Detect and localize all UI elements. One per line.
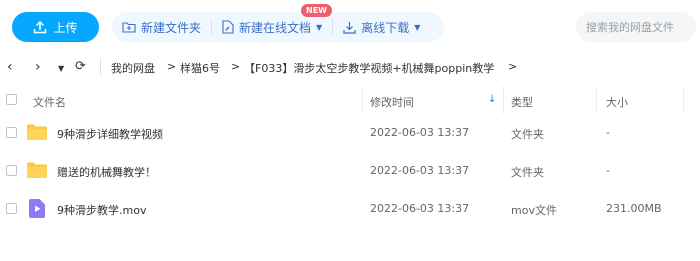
file-name[interactable]: 9种滑步教学.mov (57, 202, 146, 218)
new-folder-icon (122, 22, 136, 33)
column-header-type[interactable]: 类型 (511, 94, 533, 110)
upload-icon (34, 20, 47, 34)
offline-download-button[interactable]: 离线下载 ▼ (333, 12, 430, 42)
divider (100, 59, 101, 75)
column-divider (596, 86, 597, 114)
forward-icon[interactable]: › (35, 58, 41, 76)
select-all-checkbox[interactable] (6, 94, 17, 105)
new-badge: NEW (301, 4, 332, 17)
new-folder-label: 新建文件夹 (141, 20, 202, 35)
folder-icon (27, 162, 47, 178)
file-type: 文件夹 (511, 166, 544, 179)
breadcrumb-separator: > (167, 60, 177, 73)
upload-label: 上传 (53, 20, 78, 35)
column-divider (362, 86, 363, 114)
new-doc-icon (222, 20, 234, 34)
breadcrumb-item-root[interactable]: 我的网盘 (111, 60, 155, 76)
file-name[interactable]: 赠送的机械舞教学！ (57, 164, 156, 180)
caret-down-icon: ▼ (316, 22, 323, 32)
file-name[interactable]: 9种滑步详细教学视频 (57, 126, 163, 142)
row-checkbox[interactable] (6, 203, 17, 214)
row-checkbox[interactable] (6, 165, 17, 176)
navigation-bar: ‹ › ▼ ⟳ 我的网盘 > 样猫6号 > 【F033】滑步太空步教学视频+机械… (0, 54, 700, 80)
file-size: 231.00MB (606, 202, 662, 215)
new-online-doc-label: 新建在线文档 (239, 20, 312, 35)
modified-time: 2022-06-03 13:37 (370, 202, 470, 215)
table-row[interactable]: 9种滑步教学.mov 2022-06-03 13:37 mov文件 231.00… (0, 190, 700, 228)
modified-time: 2022-06-03 13:37 (370, 164, 470, 177)
new-folder-button[interactable]: 新建文件夹 (112, 12, 211, 42)
column-header-name[interactable]: 文件名 (33, 94, 66, 110)
search-input[interactable] (576, 12, 696, 42)
table-row[interactable]: 赠送的机械舞教学！ 2022-06-03 13:37 文件夹 - (0, 152, 700, 190)
file-size: - (606, 126, 610, 139)
action-group: 新建文件夹 新建在线文档 ▼ 离线下载 ▼ (112, 12, 444, 42)
breadcrumb-separator: > (231, 60, 241, 73)
file-type: 文件夹 (511, 128, 544, 141)
table-row[interactable]: 9种滑步详细教学视频 2022-06-03 13:37 文件夹 - (0, 114, 700, 152)
modified-time: 2022-06-03 13:37 (370, 126, 470, 139)
column-header-modified[interactable]: 修改时间 (370, 94, 414, 110)
toolbar: 上传 新建文件夹 新建在线文档 ▼ 离线下载 ▼ NEW 搜索我的网盘文件 (0, 0, 700, 52)
file-size: - (606, 164, 610, 177)
video-file-icon (29, 199, 45, 218)
download-icon (343, 21, 356, 34)
breadcrumb-separator: > (508, 60, 518, 73)
file-type: mov文件 (511, 204, 557, 217)
row-checkbox[interactable] (6, 127, 17, 138)
folder-icon (27, 124, 47, 140)
history-dropdown-icon[interactable]: ▼ (58, 60, 64, 78)
column-header-size[interactable]: 大小 (606, 94, 628, 110)
upload-button[interactable]: 上传 (12, 12, 99, 42)
table-header: 文件名 修改时间 ↓ 类型 大小 (0, 86, 700, 114)
column-divider (683, 86, 684, 114)
column-divider (503, 86, 504, 114)
breadcrumb-item-folder[interactable]: 样猫6号 (180, 60, 220, 76)
breadcrumb-item-current: 【F033】滑步太空步教学视频+机械舞poppin教学 (244, 62, 495, 75)
back-icon[interactable]: ‹ (7, 58, 13, 76)
refresh-icon[interactable]: ⟳ (75, 58, 86, 76)
sort-descending-icon[interactable]: ↓ (488, 94, 496, 105)
caret-down-icon: ▼ (414, 22, 421, 32)
offline-download-label: 离线下载 (361, 20, 410, 35)
